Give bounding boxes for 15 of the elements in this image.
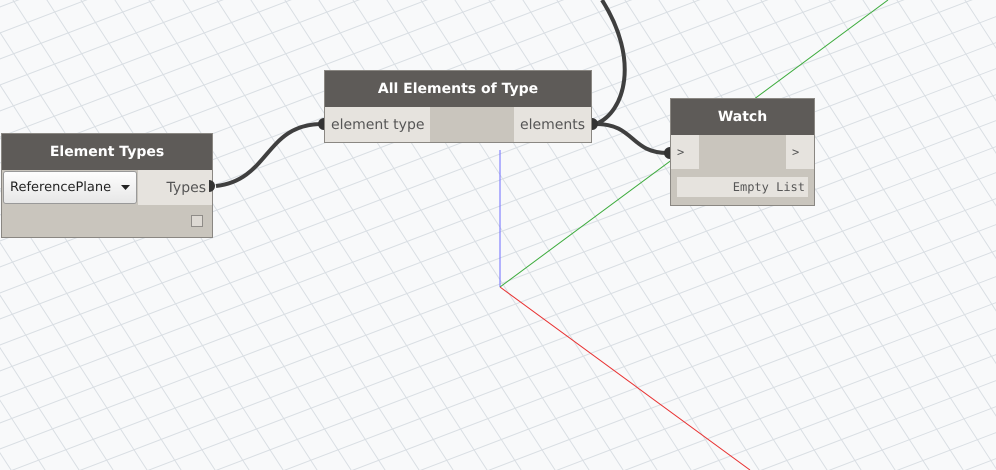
- input-port-label[interactable]: >: [671, 135, 699, 169]
- preview-checkbox[interactable]: [191, 215, 203, 227]
- output-port-label[interactable]: elements: [514, 107, 591, 142]
- input-port-label[interactable]: element type: [325, 107, 430, 142]
- node-card[interactable]: Watch > > Empty List: [670, 98, 815, 206]
- node-card[interactable]: All Elements of Type element type elements: [324, 70, 592, 143]
- watch-value: Empty List: [677, 177, 808, 197]
- output-port-label[interactable]: >: [786, 135, 814, 169]
- type-dropdown[interactable]: ReferencePlane: [3, 171, 138, 204]
- node-title: All Elements of Type: [325, 71, 591, 107]
- node-card[interactable]: Element Types ReferencePlane Types: [1, 133, 213, 238]
- node-title: Watch: [671, 99, 814, 135]
- node-title: Element Types: [2, 134, 212, 170]
- output-port-label[interactable]: Types: [138, 170, 212, 205]
- caret-icon: [121, 185, 130, 190]
